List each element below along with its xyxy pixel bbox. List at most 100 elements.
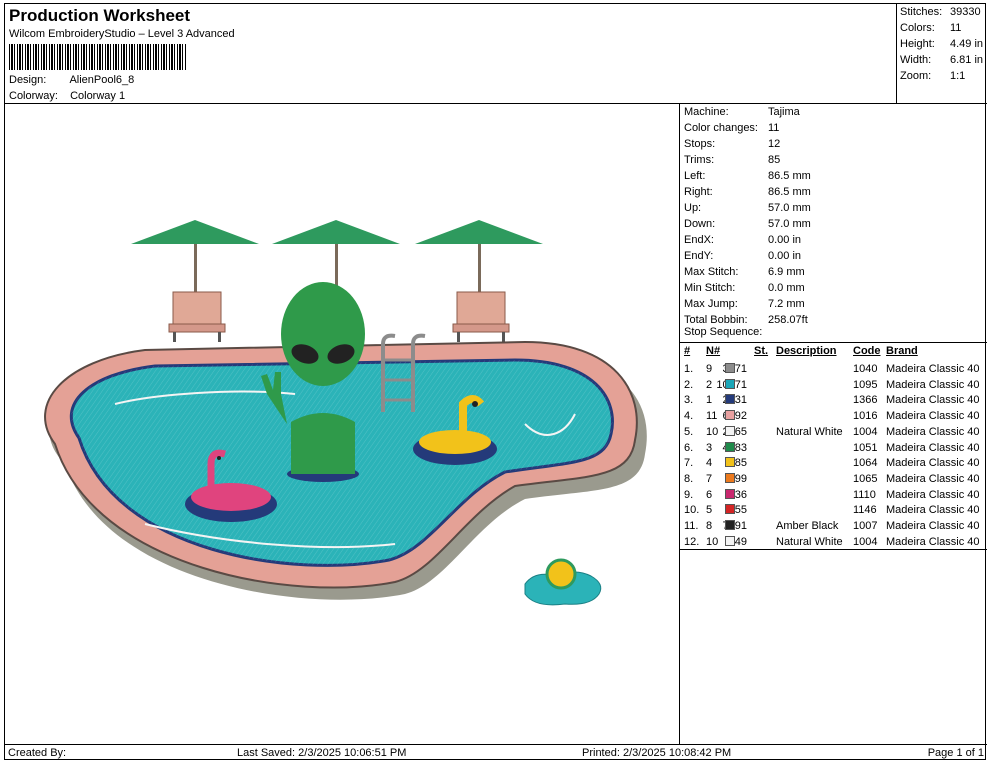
stop-row: 6.340831051Madeira Classic 40	[680, 441, 987, 458]
info-row: Total Bobbin: 258.07ft	[684, 314, 808, 326]
thread-brand: Madeira Classic 40	[886, 425, 980, 438]
stop-row: 4.1163921016Madeira Classic 40	[680, 410, 987, 426]
info-row: EndX: 0.00 in	[684, 234, 802, 246]
summary-row: Zoom: 1:1	[900, 70, 966, 82]
colorway-row: Colorway: Colorway 1	[9, 90, 125, 102]
stop-index: 10.	[684, 504, 700, 517]
info-row: Trims: 85	[684, 154, 781, 166]
colorway-value: Colorway 1	[70, 90, 126, 102]
thread-code: 1007	[853, 520, 878, 532]
thread-brand: Madeira Classic 40	[886, 504, 980, 517]
thread-color-swatch	[725, 363, 735, 373]
stop-index: 7.	[684, 457, 694, 470]
column-header-stitches: St.	[754, 345, 769, 357]
stitch-count: 55	[734, 504, 747, 517]
thread-brand: Madeira Classic 40	[886, 472, 980, 485]
design-summary: Stitches: 39330 Colors: 11 Height: 4.49 in …	[896, 4, 987, 104]
info-row: Min Stitch: 0.0 mm	[684, 282, 805, 294]
info-row: EndY: 0.00 in	[684, 250, 802, 262]
thread-color-swatch	[725, 520, 735, 530]
created-by: Created By:	[8, 747, 67, 759]
colorway-label: Colorway:	[9, 90, 58, 102]
thread-color-swatch	[725, 457, 735, 468]
worksheet-header: Production Worksheet Wilcom EmbroiderySt…	[5, 4, 896, 104]
needle-number: 4	[706, 457, 713, 470]
needle-number: 6	[706, 488, 713, 501]
last-saved: Last Saved: 2/3/2025 10:06:51 PM	[237, 747, 407, 759]
thread-brand: Madeira Classic 40	[886, 535, 980, 548]
needle-number: 9	[706, 363, 713, 375]
thread-brand: Madeira Classic 40	[886, 457, 980, 470]
stop-index: 4.	[684, 410, 694, 423]
summary-row: Stitches: 39330	[900, 6, 981, 18]
worksheet-footer: Created By: Last Saved: 2/3/2025 10:06:5…	[5, 744, 987, 761]
thread-color-swatch	[725, 535, 735, 546]
thread-description: Natural White	[776, 535, 843, 548]
needle-number: 11	[706, 410, 718, 423]
thread-color-swatch	[725, 441, 735, 452]
thread-color-swatch	[725, 410, 735, 421]
column-header-brand: Brand	[886, 345, 918, 357]
thread-code: 1040	[853, 363, 878, 375]
thread-code: 1366	[853, 394, 878, 407]
machine-info-panel: Machine: Tajima Color changes: 11 Stops: 12…	[680, 104, 987, 744]
stop-row: 7. 4 685 1064 Madeira Classic 40	[680, 457, 987, 473]
thread-code: 1095	[853, 378, 878, 391]
info-row: Stops: 12	[684, 138, 781, 150]
summary-row: Height: 4.49 in	[900, 38, 984, 50]
info-row: Color changes: 11	[684, 122, 780, 134]
stop-index: 2.	[684, 378, 694, 391]
printed-date: Printed: 2/3/2025 10:08:42 PM	[582, 747, 732, 759]
design-label: Design:	[9, 74, 47, 86]
stitch-count: 99	[734, 472, 747, 485]
stop-row: 2.2106711095Madeira Classic 40	[680, 378, 987, 395]
lounge-chair-right	[452, 291, 510, 342]
stop-row: 9. 6 536 1110 Madeira Classic 40	[680, 488, 987, 505]
thread-brand: Madeira Classic 40	[886, 410, 980, 423]
stop-row: 12. 10 149 Natural White 1004 Madeira Classic…	[680, 535, 987, 552]
umbrella-right	[415, 220, 543, 292]
info-row: Right: 86.5 mm	[684, 186, 811, 198]
software-subtitle: Wilcom EmbroideryStudio – Level 3 Advanc…	[9, 28, 235, 40]
column-header-index: #	[684, 345, 691, 357]
thread-code: 1051	[853, 441, 878, 454]
thread-brand: Madeira Classic 40	[886, 363, 980, 375]
stop-index: 9.	[684, 488, 694, 501]
thread-code: 1110	[853, 488, 876, 501]
stop-index: 3.	[684, 394, 694, 407]
info-row: Down: 57.0 mm	[684, 218, 811, 230]
thread-color-swatch	[725, 504, 735, 515]
thread-code: 1146	[853, 504, 877, 517]
lounge-chair-left	[168, 291, 226, 342]
thread-brand: Madeira Classic 40	[886, 378, 980, 391]
thread-code: 1004	[853, 535, 878, 548]
column-header-code: Code	[853, 345, 881, 357]
beach-ball-puddle	[524, 558, 602, 606]
needle-number: 3	[706, 441, 713, 454]
needle-number: 5	[706, 504, 713, 517]
page-title: Production Worksheet	[9, 6, 191, 25]
info-row: Machine: Tajima	[684, 106, 800, 118]
thread-code: 1004	[853, 425, 878, 438]
thread-brand: Madeira Classic 40	[886, 488, 980, 501]
needle-number: 8	[706, 520, 713, 532]
design-row: Design: AlienPool6_8	[9, 74, 134, 86]
needle-number: 7	[706, 472, 713, 485]
stop-row: 5.102665Natural White1004Madeira Classic…	[680, 425, 987, 442]
thread-code: 1016	[853, 410, 878, 423]
stop-index: 6.	[684, 441, 694, 454]
info-row: Max Stitch: 6.9 mm	[684, 266, 805, 278]
page-number: Page 1 of 1	[927, 747, 984, 759]
stop-row: 1.933711040Madeira Classic 40	[680, 363, 987, 379]
stop-sequence-table: # N# St. Description Code Brand 1.933711…	[680, 342, 987, 550]
stop-row: 10. 5 55 1146 Madeira Classic 40	[680, 504, 987, 520]
column-header-description: Description	[776, 345, 837, 357]
barcode	[9, 44, 187, 70]
column-header-needle: N#	[706, 345, 721, 357]
stop-row: 11.87791Amber Black1007Madeira Classic 4…	[680, 520, 987, 536]
embroidery-design-image	[44, 220, 647, 606]
needle-number: 1	[706, 394, 713, 407]
info-row: Max Jump: 7.2 mm	[684, 298, 805, 310]
stop-sequence-heading: Stop Sequence:	[684, 326, 763, 338]
needle-number: 10	[706, 425, 719, 438]
